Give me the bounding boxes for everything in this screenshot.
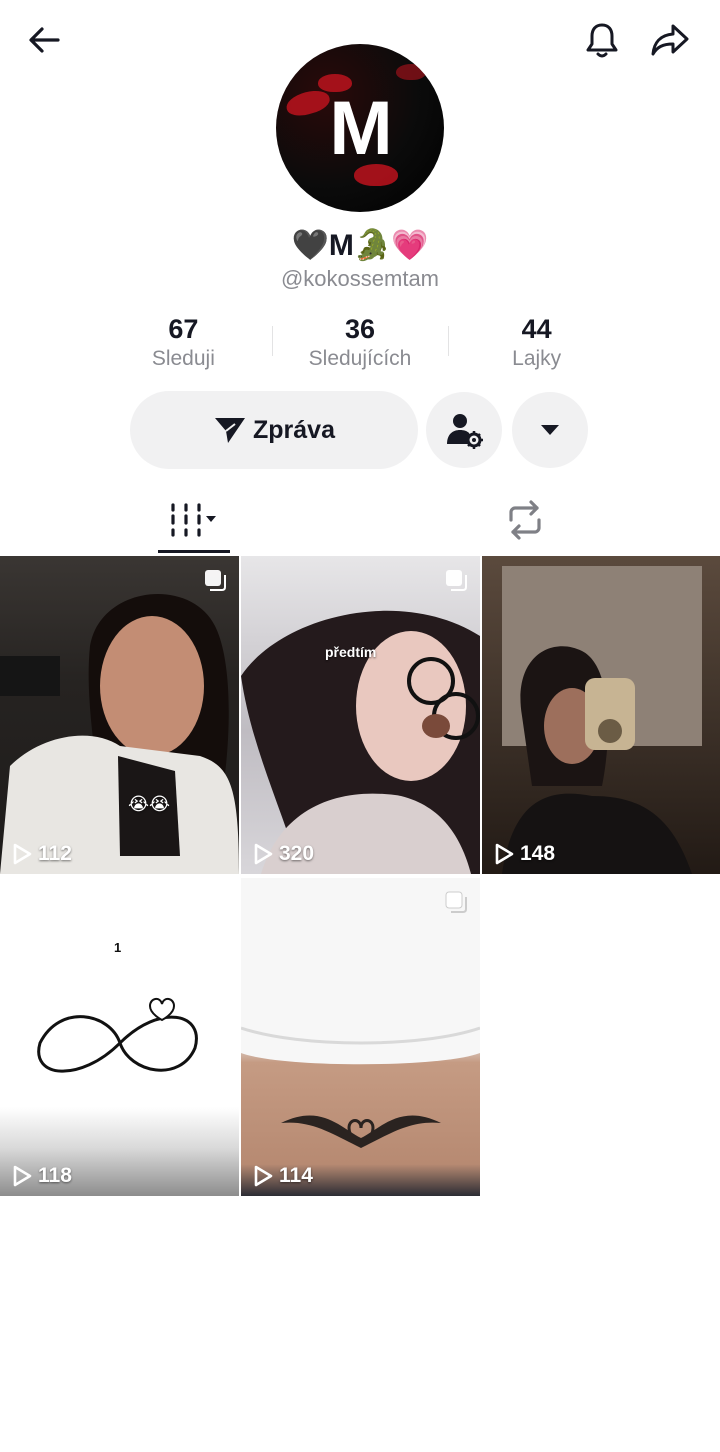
repost-icon xyxy=(509,500,541,540)
video-thumbnail[interactable]: 148 xyxy=(482,556,720,874)
video-thumbnail[interactable]: 😭😭 112 xyxy=(0,556,239,874)
view-count: 118 xyxy=(12,1164,72,1188)
video-preview-image xyxy=(502,566,702,874)
stat-likes[interactable]: 44 Lajky xyxy=(448,312,625,376)
video-preview-image xyxy=(37,998,198,1073)
play-icon xyxy=(13,843,32,865)
stat-divider xyxy=(272,326,273,356)
grid-lines-icon xyxy=(171,503,216,537)
active-tab-indicator xyxy=(158,550,230,553)
profile-stats: 67 Sleduji 36 Sledujících 44 Lajky xyxy=(95,312,625,376)
profile-avatar[interactable]: M xyxy=(276,44,444,212)
avatar-letter: M xyxy=(329,85,392,171)
view-count-value: 114 xyxy=(279,1164,313,1187)
stat-label: Sleduji xyxy=(151,347,215,370)
message-button[interactable]: Zpráva xyxy=(130,391,418,469)
username: @kokossemtam xyxy=(280,266,440,291)
send-icon xyxy=(215,418,245,443)
video-caption-overlay: 1 xyxy=(114,940,122,955)
stat-followers[interactable]: 36 Sledujících xyxy=(272,312,449,376)
stat-divider xyxy=(448,326,449,356)
view-count-value: 112 xyxy=(38,842,72,865)
share-button[interactable] xyxy=(642,12,698,68)
add-friend-button[interactable] xyxy=(426,392,502,468)
tab-videos[interactable] xyxy=(140,486,246,554)
share-arrow-icon xyxy=(651,24,689,56)
video-preview-image xyxy=(241,878,480,1148)
play-icon xyxy=(495,843,514,865)
stat-following[interactable]: 67 Sleduji xyxy=(95,312,272,376)
bell-icon xyxy=(586,23,618,58)
view-count: 320 xyxy=(253,842,314,866)
stat-label: Lajky xyxy=(512,347,562,370)
arrow-left-icon xyxy=(29,27,60,53)
play-icon xyxy=(254,1165,273,1187)
display-name: 🖤M🐊💗 xyxy=(291,229,429,262)
multi-photo-icon xyxy=(445,891,467,913)
video-thumbnail[interactable]: 114 xyxy=(241,878,480,1196)
message-button-label: Zpráva xyxy=(253,415,335,444)
view-count: 148 xyxy=(494,842,555,866)
video-preview-image xyxy=(241,610,480,874)
stat-value: 44 xyxy=(521,314,552,344)
video-caption-overlay: předtím xyxy=(325,644,377,660)
video-preview-image xyxy=(0,593,239,874)
video-thumbnail[interactable]: 1 118 xyxy=(0,878,239,1196)
video-emoji-overlay: 😭😭 xyxy=(128,794,171,814)
video-thumbnail[interactable]: předtím 320 xyxy=(241,556,480,874)
view-count-value: 118 xyxy=(38,1164,72,1187)
view-count: 112 xyxy=(12,842,72,866)
person-gear-icon xyxy=(447,414,483,449)
multi-photo-icon xyxy=(205,570,226,591)
back-button[interactable] xyxy=(16,12,72,68)
profile-tabs xyxy=(0,486,720,554)
tab-reposts[interactable] xyxy=(470,486,580,554)
play-icon xyxy=(13,1165,32,1187)
caret-down-icon xyxy=(541,425,559,435)
play-icon xyxy=(254,843,273,865)
view-count: 114 xyxy=(253,1164,313,1188)
notifications-button[interactable] xyxy=(574,12,630,68)
more-options-button[interactable] xyxy=(512,392,588,468)
multi-photo-icon xyxy=(446,570,467,591)
stat-label: Sledujících xyxy=(308,347,412,370)
view-count-value: 320 xyxy=(279,842,315,865)
stat-value: 36 xyxy=(344,314,376,344)
stat-value: 67 xyxy=(168,314,199,344)
view-count-value: 148 xyxy=(520,842,556,865)
